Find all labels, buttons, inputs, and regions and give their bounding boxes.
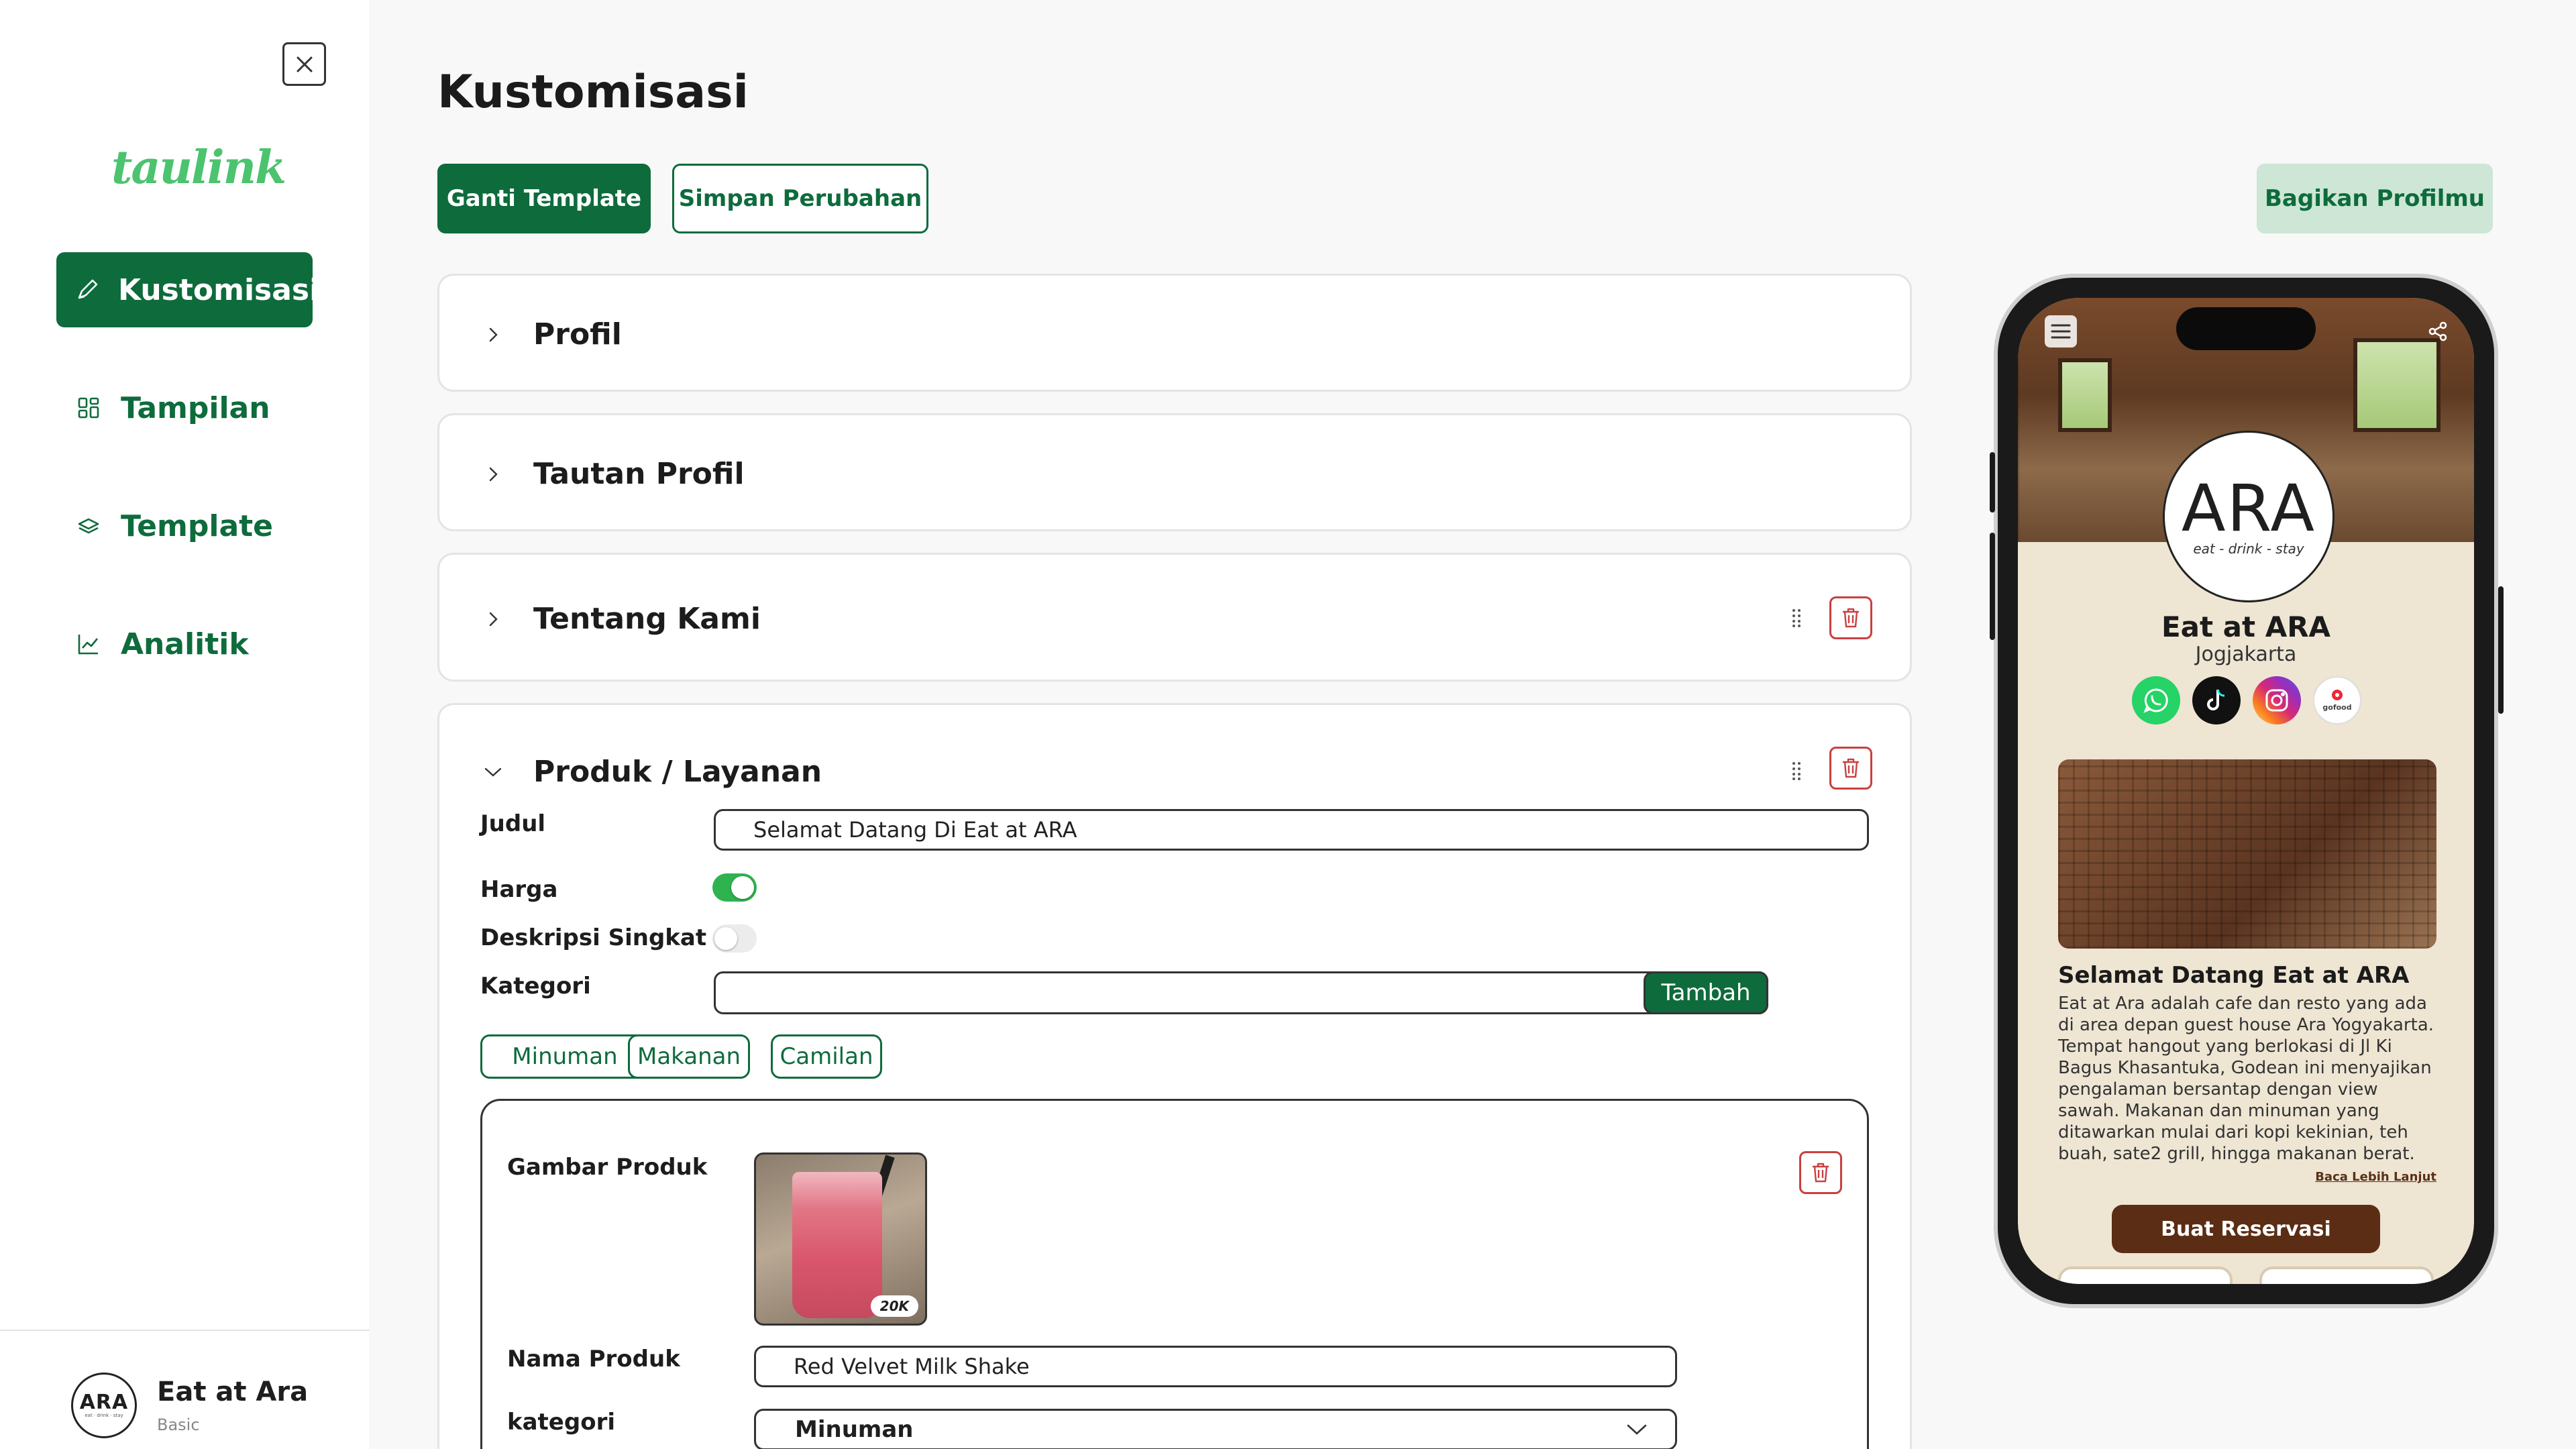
sidebar-item-tampilan[interactable]: Tampilan	[56, 370, 313, 445]
phone-preview: ARA eat - drink - stay Eat at ARA Jogjak…	[1990, 274, 2504, 1308]
account-info: Eat at Ara Basic	[157, 1377, 308, 1434]
phone-screen: ARA eat - drink - stay Eat at ARA Jogjak…	[2018, 298, 2474, 1284]
instagram-icon[interactable]	[2253, 676, 2301, 724]
read-more-link[interactable]: Baca Lebih Lanjut	[2315, 1170, 2436, 1184]
section-title: Profil	[533, 317, 622, 352]
taulink-logo[interactable]: taulink	[111, 141, 286, 195]
save-changes-button[interactable]: Simpan Perubahan	[672, 164, 928, 233]
kategori-input[interactable]	[716, 973, 1642, 1012]
product-image[interactable]: 20K	[754, 1152, 927, 1326]
sidebar: taulink Kustomisasi Tampilan Template An…	[0, 0, 369, 1449]
chevron-right-icon	[480, 606, 506, 633]
judul-input[interactable]	[714, 809, 1869, 851]
chevron-down-icon	[480, 759, 506, 786]
product-preview-card[interactable]	[2058, 1267, 2233, 1284]
gambar-produk-label: Gambar Produk	[507, 1154, 708, 1181]
section-title: Tautan Profil	[533, 457, 745, 491]
select-value: Minuman	[795, 1416, 914, 1443]
chevron-right-icon	[480, 461, 506, 488]
close-sidebar-button[interactable]	[282, 42, 326, 86]
sidebar-item-label: Template	[121, 508, 274, 543]
tiktok-icon[interactable]	[2192, 676, 2241, 724]
kategori-input-group: Tambah	[714, 971, 1768, 1014]
drag-handle-icon[interactable]	[1788, 757, 1805, 784]
hero-window	[2058, 358, 2112, 432]
phone-side-button	[2498, 586, 2504, 714]
section-header[interactable]: Produk / Layanan	[480, 755, 822, 789]
hamburger-menu-icon[interactable]	[2045, 315, 2077, 347]
nama-produk-input[interactable]	[754, 1346, 1677, 1387]
section-header[interactable]: Tautan Profil	[480, 457, 745, 491]
about-image	[2058, 759, 2436, 949]
whatsapp-icon[interactable]	[2132, 676, 2180, 724]
share-profile-button[interactable]: Bagikan Profilmu	[2257, 164, 2493, 233]
harga-toggle[interactable]	[712, 873, 757, 902]
category-chip-minuman[interactable]: Minuman	[480, 1034, 649, 1079]
nama-produk-label: Nama Produk	[507, 1346, 680, 1373]
chart-icon	[75, 631, 102, 657]
phone-side-button	[1990, 452, 1995, 513]
phone-side-button	[1990, 533, 1995, 640]
trash-icon	[1843, 608, 1859, 628]
reservation-button[interactable]: Buat Reservasi	[2112, 1205, 2380, 1253]
sidebar-item-label: Analitik	[121, 627, 249, 661]
section-header[interactable]: Tentang Kami	[480, 602, 761, 636]
category-chip-camilan[interactable]: Camilan	[771, 1034, 882, 1079]
chevron-right-icon	[480, 321, 506, 348]
milkshake-glass-shape	[792, 1172, 882, 1318]
product-kategori-select[interactable]: Minuman	[754, 1409, 1677, 1449]
sidebar-item-label: Tampilan	[121, 390, 270, 425]
sidebar-item-template[interactable]: Template	[56, 488, 313, 564]
trash-icon	[1843, 758, 1859, 778]
account-switcher[interactable]: ARA eat · drink · stay Eat at Ara Basic	[71, 1373, 308, 1438]
trash-icon	[1813, 1163, 1829, 1183]
profile-name: Eat at ARA	[2161, 610, 2331, 643]
section-header[interactable]: Profil	[480, 317, 622, 352]
account-name: Eat at Ara	[157, 1377, 309, 1407]
about-title: Selamat Datang Eat at ARA	[2058, 962, 2410, 989]
svg-text:gofood: gofood	[2322, 703, 2351, 712]
section-tentang-kami[interactable]: Tentang Kami	[437, 553, 1912, 682]
deskripsi-singkat-label: Deskripsi Singkat	[480, 924, 707, 951]
harga-label: Harga	[480, 876, 558, 903]
hero-window	[2353, 338, 2440, 432]
avatar: ARA eat · drink · stay	[71, 1373, 137, 1438]
price-badge: 20K	[870, 1295, 918, 1317]
grid-icon	[75, 394, 102, 421]
ara-logo: ARA eat - drink - stay	[2163, 431, 2334, 602]
phone-notch	[2176, 307, 2316, 350]
account-plan: Basic	[157, 1415, 200, 1434]
product-item-card	[480, 1099, 1869, 1449]
category-chip-makanan[interactable]: Makanan	[628, 1034, 750, 1079]
sidebar-item-label: Kustomisasi	[118, 272, 320, 307]
sidebar-item-analitik[interactable]: Analitik	[56, 606, 313, 682]
kategori-label: Kategori	[480, 973, 591, 1000]
profile-city: Jogjakarta	[2195, 643, 2297, 666]
delete-product-button[interactable]	[1799, 1151, 1842, 1194]
section-tautan-profil[interactable]: Tautan Profil	[437, 413, 1912, 531]
section-title: Produk / Layanan	[533, 755, 822, 789]
tambah-kategori-button[interactable]: Tambah	[1644, 971, 1768, 1014]
delete-section-button[interactable]	[1829, 747, 1872, 790]
section-title: Tentang Kami	[533, 602, 761, 636]
product-preview-card[interactable]	[2259, 1267, 2434, 1284]
close-icon	[297, 56, 312, 72]
judul-label: Judul	[480, 810, 546, 837]
drag-handle-icon[interactable]	[1788, 604, 1805, 631]
delete-section-button[interactable]	[1829, 596, 1872, 639]
page-title: Kustomisasi	[437, 66, 749, 119]
pencil-icon	[75, 276, 99, 303]
gofood-icon[interactable]: gofood	[2313, 676, 2361, 724]
section-profil[interactable]: Profil	[437, 274, 1912, 392]
share-icon[interactable]	[2424, 318, 2451, 345]
deskripsi-singkat-toggle[interactable]	[712, 924, 757, 953]
change-template-button[interactable]: Ganti Template	[437, 164, 651, 233]
chevron-down-icon	[1625, 1419, 1648, 1446]
sidebar-item-kustomisasi[interactable]: Kustomisasi	[56, 252, 319, 327]
layers-icon	[75, 513, 102, 539]
product-kategori-label: kategori	[507, 1409, 615, 1436]
about-text: Eat at Ara adalah cafe dan resto yang ad…	[2058, 994, 2434, 1164]
sidebar-divider	[0, 1330, 369, 1331]
